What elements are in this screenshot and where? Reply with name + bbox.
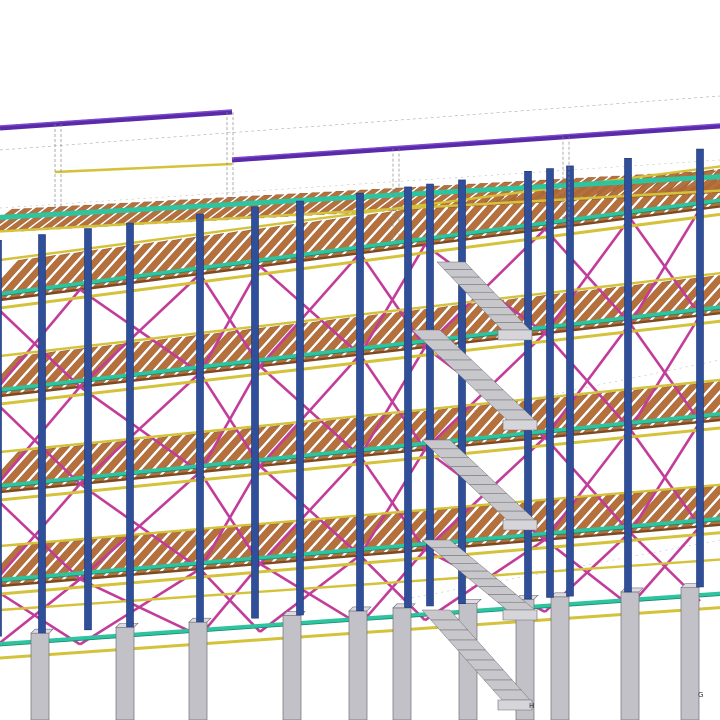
roof-rail xyxy=(0,109,233,131)
steel-column xyxy=(84,228,92,631)
steel-column xyxy=(38,234,46,634)
stair-tread xyxy=(474,389,515,401)
grid-label-g: G xyxy=(698,691,703,699)
stair-tread xyxy=(477,586,517,595)
stair-tread xyxy=(443,359,483,371)
steel-structure-3d-view[interactable]: H G xyxy=(0,0,720,720)
steel-column xyxy=(126,222,134,628)
stair-tread xyxy=(478,493,517,503)
steel-column xyxy=(196,213,204,623)
steel-column xyxy=(458,179,466,604)
pedestal xyxy=(680,587,700,720)
stair-tread xyxy=(443,269,481,278)
stair-landing xyxy=(502,609,538,621)
pedestal xyxy=(115,626,135,720)
pedestal xyxy=(282,615,302,720)
stair-landing xyxy=(502,419,538,431)
pedestal xyxy=(392,607,412,720)
stair-landing xyxy=(497,329,533,341)
stair-tread xyxy=(465,291,502,301)
steel-column xyxy=(0,239,2,637)
stair-landing xyxy=(497,699,533,711)
stair-tread xyxy=(468,484,508,494)
roof-purlin xyxy=(54,162,233,174)
stair-tread xyxy=(474,669,513,681)
steel-column xyxy=(524,171,532,600)
roof-rail-highlight xyxy=(0,109,233,127)
steel-column xyxy=(356,192,364,612)
steel-column xyxy=(546,168,554,598)
roof-rail xyxy=(231,123,720,163)
stair-tread xyxy=(450,276,488,285)
roof-rail-highlight xyxy=(231,123,720,159)
stair-tread xyxy=(464,379,504,391)
model-viewport[interactable]: H G xyxy=(0,0,720,720)
pedestal xyxy=(188,621,208,720)
steel-column xyxy=(624,158,632,593)
stair-tread xyxy=(448,639,487,651)
steel-column xyxy=(566,165,574,597)
grid-label-h: H xyxy=(529,702,534,710)
brace-member xyxy=(628,314,702,430)
stair-tread xyxy=(436,261,473,270)
stair-tread xyxy=(449,563,489,572)
pedestal xyxy=(348,610,368,720)
pedestal xyxy=(30,632,50,720)
steel-column xyxy=(404,186,412,608)
stair-tread xyxy=(483,679,522,691)
stair-landing xyxy=(502,519,538,531)
steel-column xyxy=(251,206,259,619)
steel-column xyxy=(296,200,304,616)
pedestal xyxy=(550,596,570,720)
pedestal xyxy=(620,591,640,720)
steel-column xyxy=(696,148,704,588)
brace-member xyxy=(628,421,702,534)
